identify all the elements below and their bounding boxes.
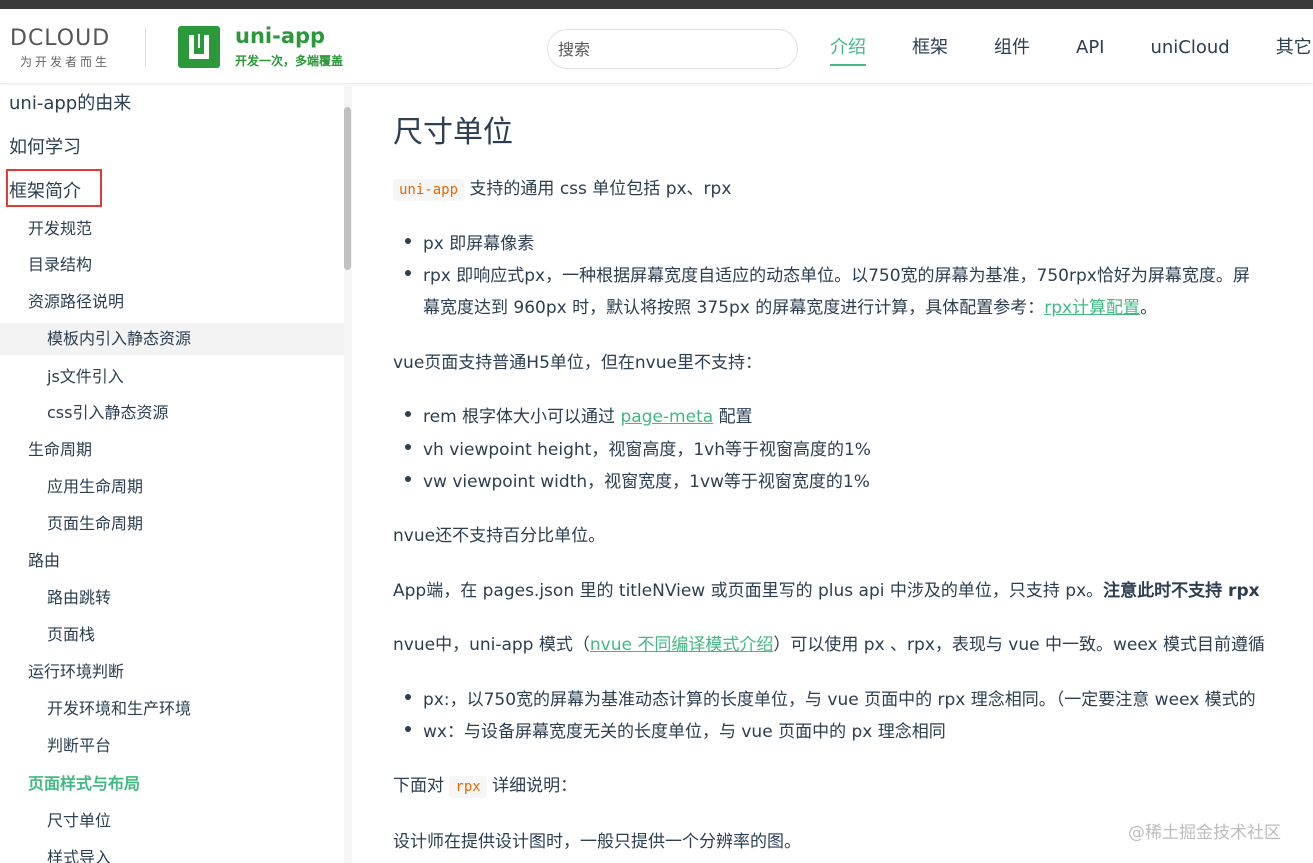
highlight-annotation-box (6, 169, 102, 207)
header-divider (145, 27, 146, 67)
paragraph: 下面对 rpx 详细说明： (393, 776, 578, 798)
sidebar-item[interactable]: 运行环境判断 (0, 657, 344, 687)
sidebar-item-current[interactable]: 尺寸单位 (0, 805, 344, 837)
list-item: px 即屏幕像素 (423, 234, 535, 254)
sidebar-item[interactable]: 页面生命周期 (0, 508, 344, 540)
sidebar-item[interactable]: 判断平台 (0, 730, 344, 762)
bullet-icon (405, 726, 411, 732)
watermark: @稀土掘金技术社区 (1128, 823, 1281, 843)
nav-item-api[interactable]: API (1076, 36, 1104, 66)
dcloud-slogan: 为开发者而生 (20, 55, 111, 69)
paragraph: vue页面支持普通H5单位，但在nvue里不支持： (393, 353, 762, 373)
dcloud-logo[interactable]: DCLOUD 为开发者而生 (10, 26, 125, 69)
bullet-icon (405, 238, 411, 244)
nav-item-framework[interactable]: 框架 (912, 36, 948, 66)
sidebar-item[interactable]: 目录结构 (0, 250, 344, 280)
sidebar-item[interactable]: 开发规范 (0, 214, 344, 244)
sidebar-item[interactable]: uni-app的由来 (0, 89, 344, 119)
search-input[interactable] (547, 29, 798, 69)
site-header: DCLOUD 为开发者而生 uni-app 开发一次，多端覆盖 介绍 框架 组件… (0, 9, 1313, 84)
bullet-icon (405, 411, 411, 417)
sidebar-item[interactable]: css引入静态资源 (0, 397, 344, 429)
rpx-config-link[interactable]: rpx计算配置 (1044, 298, 1140, 318)
nav-item-unicloud[interactable]: uniCloud (1150, 36, 1229, 66)
bullet-icon (405, 444, 411, 450)
nav-item-other[interactable]: 其它 (1276, 36, 1312, 66)
page-meta-link[interactable]: page-meta (620, 407, 713, 427)
main-content: 尺寸单位 uni-app 支持的通用 css 单位包括 px、rpx px 即屏… (353, 85, 1313, 863)
nav-item-intro[interactable]: 介绍 (830, 36, 866, 66)
list-item: wx：与设备屏幕宽度无关的长度单位，与 vue 页面中的 px 理念相同 (423, 722, 946, 742)
sidebar-scrollbar-thumb[interactable] (344, 107, 351, 270)
list-item-continued: 幕宽度达到 960px 时，默认将按照 375px 的屏幕宽度进行计算，具体配置… (423, 298, 1158, 318)
sidebar-item[interactable]: 路由跳转 (0, 582, 344, 614)
nvue-compile-mode-link[interactable]: nvue 不同编译模式介绍 (590, 635, 773, 655)
list-item: rem 根字体大小可以通过 page-meta 配置 (423, 407, 753, 427)
top-nav: 介绍 框架 组件 API uniCloud 其它 (830, 36, 1313, 66)
sidebar-item-active-section[interactable]: 页面样式与布局 (0, 769, 344, 799)
sidebar-item[interactable]: 资源路径说明 (0, 287, 344, 317)
bullet-icon (405, 476, 411, 482)
sidebar-item[interactable]: 模板内引入静态资源 (0, 323, 344, 355)
intro-paragraph: uni-app 支持的通用 css 单位包括 px、rpx (393, 174, 732, 201)
sidebar-item[interactable]: 生命周期 (0, 435, 344, 465)
paragraph: nvue中，uni-app 模式（nvue 不同编译模式介绍）可以使用 px 、… (393, 635, 1265, 655)
list-item: vw viewpoint width，视窗宽度，1vw等于视窗宽度的1% (423, 472, 870, 492)
intro-text: 支持的通用 css 单位包括 px、rpx (469, 179, 732, 199)
sidebar-item[interactable]: js文件引入 (0, 361, 344, 393)
bullet-icon (405, 694, 411, 700)
dcloud-wordmark: DCLOUD (10, 26, 111, 51)
sidebar-item[interactable]: 开发环境和生产环境 (0, 693, 344, 725)
browser-top-strip (0, 0, 1313, 9)
sidebar-item[interactable]: 样式导入 (0, 842, 344, 863)
bullet-icon (405, 270, 411, 276)
paragraph: nvue还不支持百分比单位。 (393, 526, 606, 546)
list-item: vh viewpoint height，视窗高度，1vh等于视窗高度的1% (423, 440, 871, 460)
sidebar-item[interactable]: 路由 (0, 546, 344, 576)
page-title: 尺寸单位 (393, 115, 513, 150)
bold-note: 注意此时不支持 rpx (1103, 581, 1260, 601)
nav-item-components[interactable]: 组件 (994, 36, 1030, 66)
uniapp-slogan: 开发一次，多端覆盖 (235, 54, 344, 68)
uniapp-title[interactable]: uni-app (235, 24, 325, 48)
inline-code: uni-app (393, 179, 465, 201)
uniapp-logo-icon[interactable] (178, 26, 220, 68)
list-item: rpx 即响应式px，一种根据屏幕宽度自适应的动态单位。以750宽的屏幕为基准，… (423, 266, 1250, 286)
paragraph: 设计师在提供设计图时，一般只提供一个分辨率的图。 (393, 832, 801, 852)
sidebar-item[interactable]: 如何学习 (0, 133, 344, 163)
sidebar-item[interactable]: 页面栈 (0, 619, 344, 651)
sidebar-item[interactable]: 应用生命周期 (0, 471, 344, 503)
inline-code: rpx (449, 776, 487, 798)
paragraph: App端，在 pages.json 里的 titleNView 或页面里写的 p… (393, 581, 1260, 601)
list-item: px:，以750宽的屏幕为基准动态计算的长度单位，与 vue 页面中的 rpx … (423, 690, 1256, 710)
